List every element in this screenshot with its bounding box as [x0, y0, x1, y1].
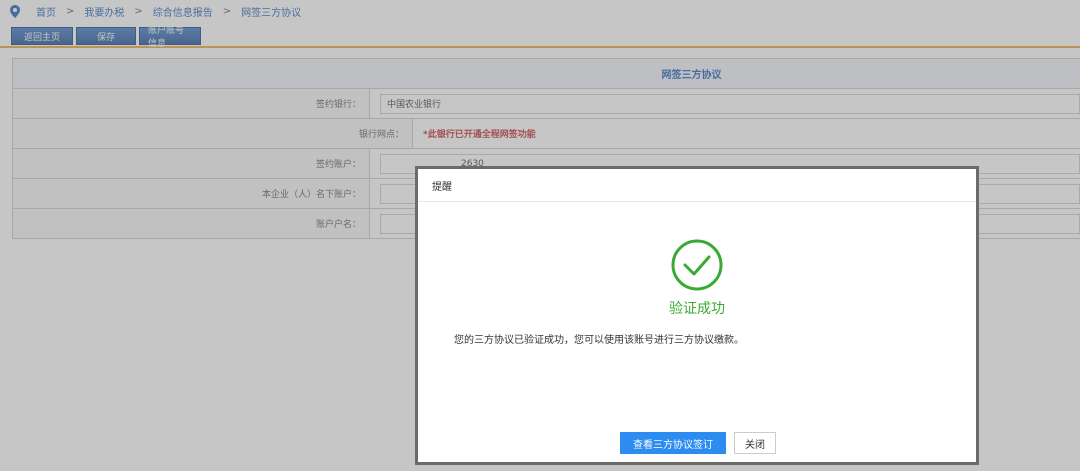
- check-circle-icon: [671, 239, 723, 291]
- dialog-body: 验证成功 您的三方协议已验证成功，您可以使用该账号进行三方协议缴款。 查看三方协…: [418, 202, 976, 460]
- reminder-dialog: 提醒 验证成功 您的三方协议已验证成功，您可以使用该账号进行三方协议缴款。 查看…: [415, 166, 979, 465]
- success-title: 验证成功: [669, 301, 725, 317]
- success-message: 您的三方协议已验证成功，您可以使用该账号进行三方协议缴款。: [454, 335, 744, 346]
- close-button[interactable]: 关闭: [734, 432, 776, 454]
- view-agreement-button[interactable]: 查看三方协议签订: [620, 432, 726, 454]
- dialog-buttons: 查看三方协议签订 关闭: [620, 432, 776, 454]
- dialog-title: 提醒: [418, 169, 976, 202]
